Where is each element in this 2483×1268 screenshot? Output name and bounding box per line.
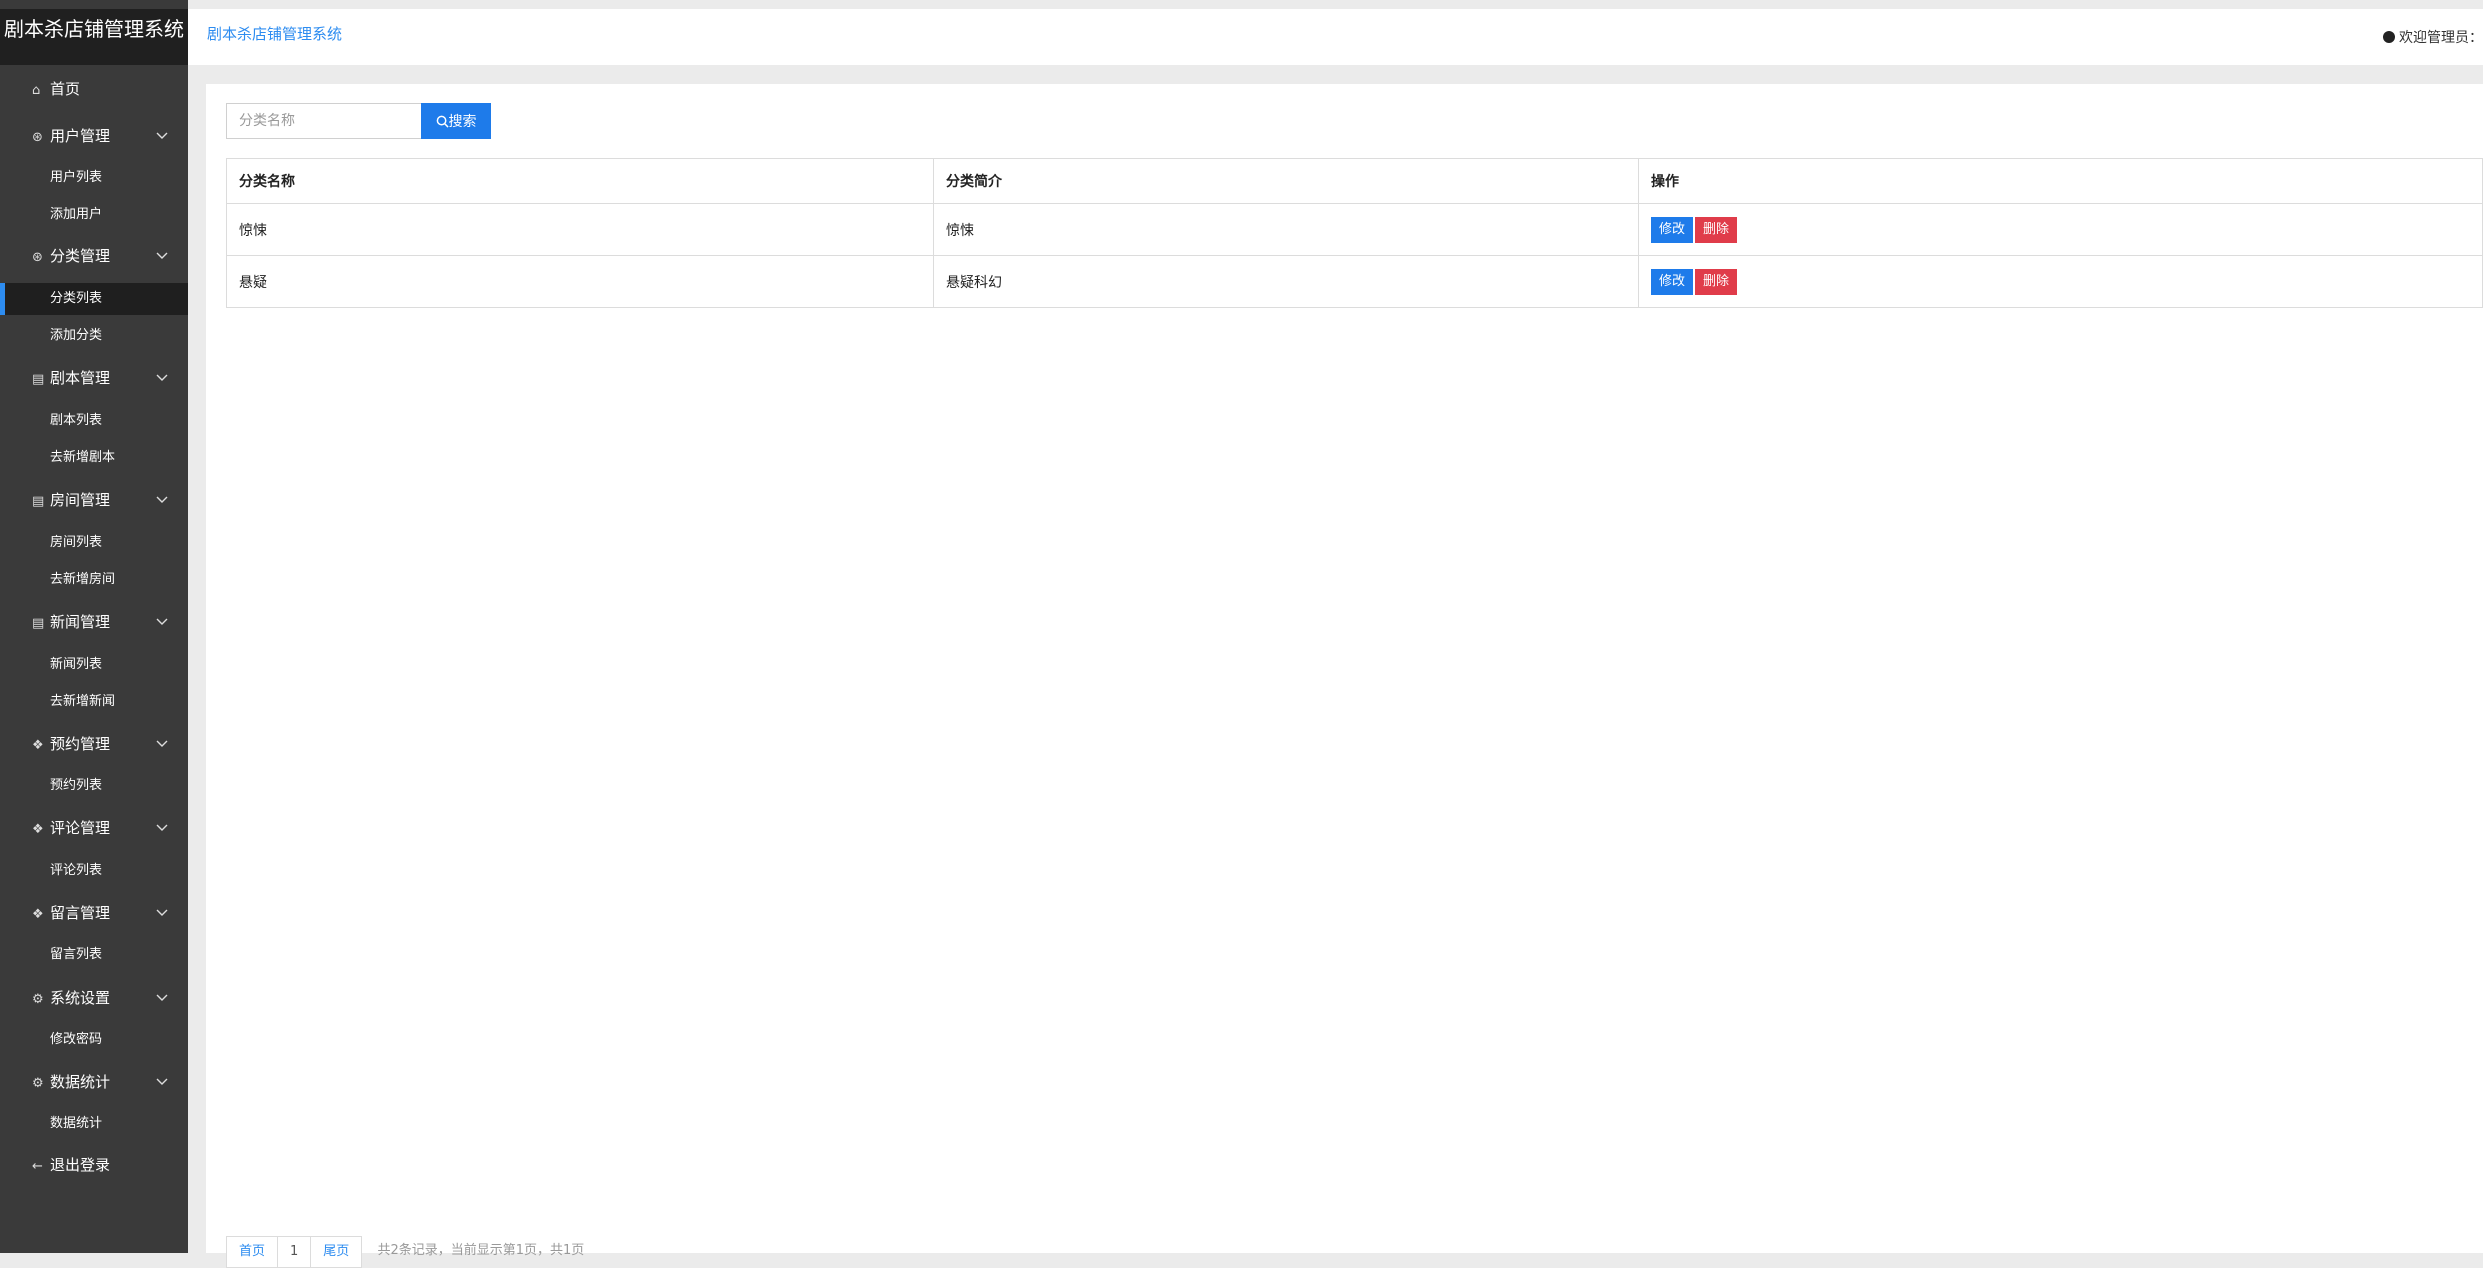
sidebar-group-label: 评论管理 bbox=[50, 819, 111, 837]
cell-actions: 修改 删除 bbox=[1638, 203, 2483, 256]
cell-actions: 修改 删除 bbox=[1638, 255, 2483, 308]
table-row: 悬疑 悬疑科幻 修改 删除 bbox=[226, 255, 2483, 308]
category-table: 分类名称 分类简介 操作 惊悚 惊悚 修改 删除 悬疑 悬疑科幻 修改 删除 bbox=[226, 158, 2483, 308]
header: 剧本杀店铺管理系统 欢迎管理员： bbox=[188, 9, 2483, 65]
cell-category-intro: 悬疑科幻 bbox=[933, 255, 1639, 308]
layers-icon: ❖ bbox=[32, 907, 44, 922]
search-icon bbox=[436, 115, 449, 128]
sidebar-group-label: 数据统计 bbox=[50, 1073, 111, 1091]
arrow-left-icon: ← bbox=[32, 1159, 43, 1174]
sidebar-item-add-user[interactable]: 添加用户 bbox=[0, 199, 188, 231]
chevron-down-icon bbox=[156, 980, 168, 1016]
sidebar-group-category[interactable]: ⊛ 分类管理 bbox=[0, 238, 188, 274]
chevron-down-icon bbox=[156, 895, 168, 931]
chevron-down-icon bbox=[156, 604, 168, 640]
table-header-row: 分类名称 分类简介 操作 bbox=[226, 158, 2483, 204]
search-button[interactable]: 搜索 bbox=[421, 103, 491, 139]
sidebar-group-label: 用户管理 bbox=[50, 127, 111, 145]
home-icon: ⌂ bbox=[32, 83, 41, 98]
logout-button[interactable]: ← 退出登录 bbox=[0, 1147, 188, 1183]
user-circle-icon: ⊛ bbox=[32, 250, 43, 265]
gear-icon: ⚙ bbox=[32, 992, 44, 1007]
sidebar-item-script-list[interactable]: 剧本列表 bbox=[0, 405, 188, 437]
sidebar-item-statistics[interactable]: 数据统计 bbox=[0, 1108, 188, 1140]
cell-category-name: 悬疑 bbox=[226, 255, 934, 308]
pagination-info: 共2条记录，当前显示第1页，共1页 bbox=[377, 1243, 585, 1258]
chevron-down-icon bbox=[156, 360, 168, 396]
sidebar-group-messages[interactable]: ❖ 留言管理 bbox=[0, 895, 188, 931]
sidebar-group-comments[interactable]: ❖ 评论管理 bbox=[0, 810, 188, 846]
layers-icon: ❖ bbox=[32, 822, 44, 837]
page-number-button[interactable]: 1 bbox=[277, 1236, 312, 1268]
first-page-button[interactable]: 首页 bbox=[226, 1236, 279, 1268]
sidebar-group-label: 预约管理 bbox=[50, 735, 111, 753]
sidebar-item-add-room[interactable]: 去新增房间 bbox=[0, 564, 188, 596]
column-header: 分类名称 bbox=[226, 158, 934, 204]
sidebar-item-label: 首页 bbox=[50, 80, 81, 98]
delete-button[interactable]: 删除 bbox=[1695, 268, 1738, 295]
sidebar: 剧本杀店铺管理系统 ⌂ 首页 ⊛ 用户管理 用户列表 添加用户 ⊛ 分类管理 分类列表… bbox=[0, 0, 188, 1253]
welcome-label: 欢迎管理员： bbox=[2399, 30, 2483, 46]
sidebar-item-add-category[interactable]: 添加分类 bbox=[0, 320, 188, 352]
sidebar-group-rooms[interactable]: ▤ 房间管理 bbox=[0, 482, 188, 518]
sidebar-item-add-script[interactable]: 去新增剧本 bbox=[0, 442, 188, 474]
sidebar-group-label: 新闻管理 bbox=[50, 613, 111, 631]
sidebar-group-scripts[interactable]: ▤ 剧本管理 bbox=[0, 360, 188, 396]
chevron-down-icon bbox=[156, 1064, 168, 1100]
cell-category-intro: 惊悚 bbox=[933, 203, 1639, 256]
sidebar-item-comment-list[interactable]: 评论列表 bbox=[0, 855, 188, 887]
sidebar-item-category-list[interactable]: 分类列表 bbox=[0, 283, 188, 315]
chevron-down-icon bbox=[156, 482, 168, 518]
sidebar-item-add-news[interactable]: 去新增新闻 bbox=[0, 686, 188, 718]
document-icon: ▤ bbox=[32, 494, 45, 509]
sidebar-group-statistics[interactable]: ⚙ 数据统计 bbox=[0, 1064, 188, 1100]
delete-button[interactable]: 删除 bbox=[1695, 216, 1738, 243]
search-input[interactable] bbox=[226, 103, 421, 139]
document-icon: ▤ bbox=[32, 616, 45, 631]
sidebar-item-label: 退出登录 bbox=[50, 1156, 111, 1174]
sidebar-item-change-password[interactable]: 修改密码 bbox=[0, 1024, 188, 1056]
content-panel: 搜索 分类名称 分类简介 操作 惊悚 惊悚 修改删除 悬疑 悬疑科幻 修改删除 bbox=[206, 84, 2483, 1268]
table-row: 惊悚 惊悚 修改 删除 bbox=[226, 203, 2483, 256]
document-icon: ▤ bbox=[32, 372, 45, 387]
search-button-label: 搜索 bbox=[448, 114, 477, 130]
breadcrumb[interactable]: 剧本杀店铺管理系统 bbox=[207, 23, 342, 44]
sidebar-item-room-list[interactable]: 房间列表 bbox=[0, 527, 188, 559]
column-header: 分类简介 bbox=[933, 158, 1639, 204]
chevron-down-icon bbox=[156, 118, 168, 154]
sidebar-group-label: 剧本管理 bbox=[50, 369, 111, 387]
chevron-down-icon bbox=[156, 726, 168, 762]
gear-icon: ⚙ bbox=[32, 1076, 44, 1091]
sidebar-group-label: 分类管理 bbox=[50, 247, 111, 265]
sidebar-item-home[interactable]: ⌂ 首页 bbox=[0, 71, 188, 107]
sidebar-group-label: 系统设置 bbox=[50, 989, 111, 1007]
brand-title: 剧本杀店铺管理系统 bbox=[0, 9, 188, 65]
sidebar-group-settings[interactable]: ⚙ 系统设置 bbox=[0, 980, 188, 1016]
column-header: 操作 bbox=[1638, 158, 2483, 204]
sidebar-item-reservation-list[interactable]: 预约列表 bbox=[0, 770, 188, 802]
welcome-text: 欢迎管理员： bbox=[2383, 27, 2483, 47]
sidebar-item-news-list[interactable]: 新闻列表 bbox=[0, 649, 188, 681]
layers-icon: ❖ bbox=[32, 738, 44, 753]
sidebar-group-news[interactable]: ▤ 新闻管理 bbox=[0, 604, 188, 640]
pagination: 首页 1 尾页 共2条记录，当前显示第1页，共1页 bbox=[226, 1236, 585, 1268]
chevron-down-icon bbox=[156, 238, 168, 274]
sidebar-item-user-list[interactable]: 用户列表 bbox=[0, 162, 188, 194]
last-page-button[interactable]: 尾页 bbox=[310, 1236, 363, 1268]
top-strip bbox=[188, 0, 2483, 9]
chevron-down-icon bbox=[156, 810, 168, 846]
sidebar-group-reservations[interactable]: ❖ 预约管理 bbox=[0, 726, 188, 762]
user-circle-icon: ⊛ bbox=[32, 130, 43, 145]
cell-category-name: 惊悚 bbox=[226, 203, 934, 256]
sidebar-group-label: 房间管理 bbox=[50, 491, 111, 509]
sidebar-item-message-list[interactable]: 留言列表 bbox=[0, 939, 188, 971]
sidebar-group-label: 留言管理 bbox=[50, 904, 111, 922]
sidebar-group-users[interactable]: ⊛ 用户管理 bbox=[0, 118, 188, 154]
user-icon bbox=[2383, 31, 2395, 43]
edit-button[interactable]: 修改 bbox=[1651, 268, 1694, 295]
edit-button[interactable]: 修改 bbox=[1651, 216, 1694, 243]
